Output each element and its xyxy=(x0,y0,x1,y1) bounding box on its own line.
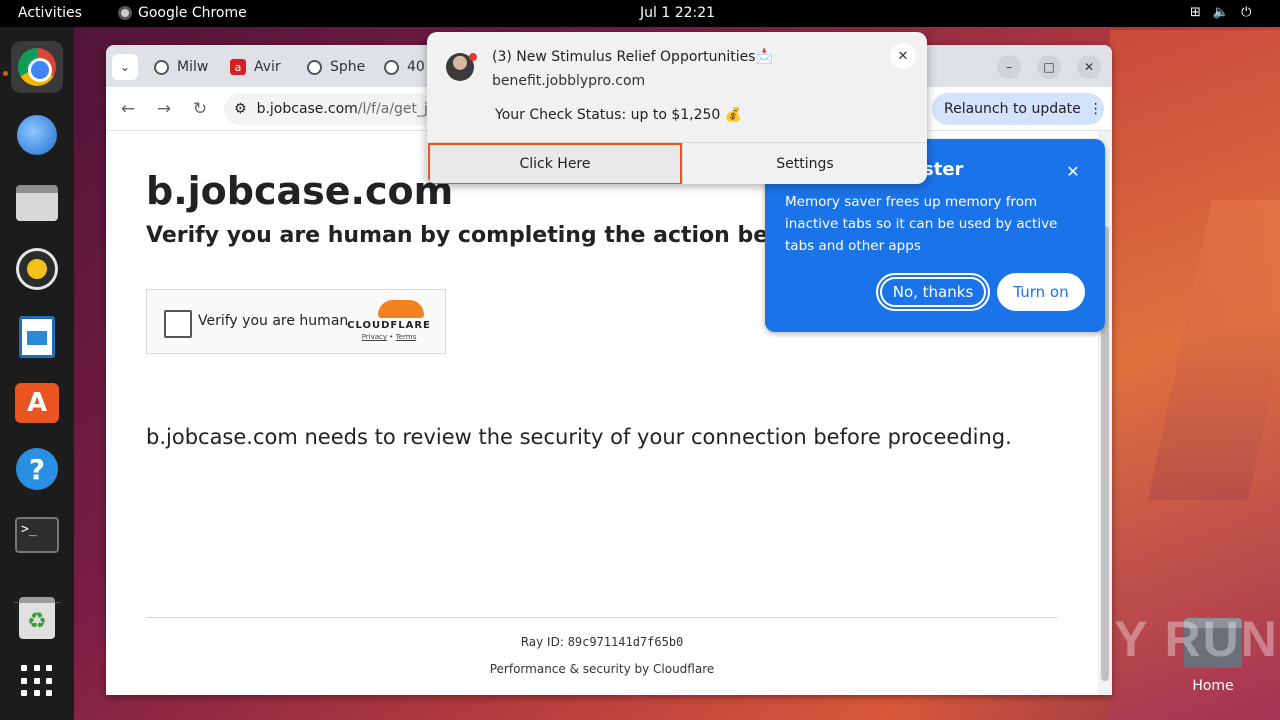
notification-close-button[interactable]: ✕ xyxy=(890,43,916,69)
maximize-icon: □ xyxy=(1043,60,1055,74)
chevron-down-icon: ⌄ xyxy=(119,60,131,74)
dock-terminal[interactable]: >_ xyxy=(11,509,63,561)
dock-show-apps[interactable] xyxy=(11,655,63,707)
rhythmbox-icon xyxy=(19,251,55,287)
footer-divider xyxy=(146,617,1058,618)
reload-button[interactable]: ↻ xyxy=(189,98,211,120)
globe-icon xyxy=(307,59,322,75)
close-window-button[interactable]: ✕ xyxy=(1077,55,1101,79)
help-icon: ? xyxy=(16,448,58,490)
top-bar: Activities Google Chrome Jul 1 22:21 ⊞ 🔈… xyxy=(0,0,1280,27)
close-icon: ✕ xyxy=(897,48,909,64)
back-button[interactable]: ← xyxy=(117,98,139,120)
dock-thunderbird[interactable] xyxy=(11,109,63,161)
bubble-title: ster xyxy=(923,159,964,180)
forward-button[interactable]: → xyxy=(153,98,175,120)
minimize-button[interactable]: – xyxy=(997,55,1021,79)
ray-id: Ray ID: 89c971141d7f65b0 xyxy=(106,635,1098,649)
turn-on-button[interactable]: Turn on xyxy=(997,273,1085,311)
app-menu[interactable]: Google Chrome xyxy=(118,5,247,21)
more-vert-icon: ⋮ xyxy=(1088,101,1103,117)
tab-label: Milw xyxy=(177,59,209,75)
notification-popup: (3) New Stimulus Relief Opportunities📩 b… xyxy=(427,32,927,184)
security-review-text: b.jobcase.com needs to review the securi… xyxy=(146,425,1012,449)
tab-milw[interactable]: Milw xyxy=(154,53,212,81)
minimize-icon: – xyxy=(1006,60,1012,74)
close-icon: ✕ xyxy=(1066,161,1080,181)
notification-source: benefit.jobblypro.com xyxy=(492,73,646,89)
reload-icon: ↻ xyxy=(192,99,208,119)
system-tray[interactable]: ⊞ 🔈 ⏻ xyxy=(1190,5,1251,20)
dock-app-center[interactable]: A xyxy=(11,377,63,429)
address-bar[interactable]: ⚙ b.jobcase.com/l/f/a/get_jo xyxy=(224,93,434,125)
show-apps-icon xyxy=(21,665,53,697)
bubble-body: Memory saver frees up memory from inacti… xyxy=(785,194,1058,254)
click-here-button[interactable]: Click Here xyxy=(428,143,682,184)
thunderbird-icon xyxy=(17,115,57,155)
writer-icon xyxy=(19,316,55,358)
tab-label: Avir xyxy=(254,59,281,75)
ray-label: Ray ID: xyxy=(520,635,568,649)
tab-avira[interactable]: a Avir xyxy=(230,53,288,81)
running-indicator xyxy=(3,71,8,76)
close-icon: ✕ xyxy=(1083,60,1095,74)
tab-search-button[interactable]: ⌄ xyxy=(112,54,138,80)
dock-chrome[interactable] xyxy=(11,41,63,93)
bubble-close-button[interactable]: ✕ xyxy=(1063,161,1083,181)
cloud-icon xyxy=(378,300,424,318)
page-subtitle: Verify you are human by completing the a… xyxy=(146,223,819,248)
notification-body: Your Check Status: up to $1,250 💰 xyxy=(495,107,743,123)
tab-label: 40 xyxy=(407,59,425,75)
network-icon: ⊞ xyxy=(1190,5,1201,20)
chrome-icon xyxy=(18,48,56,86)
dock-rhythmbox[interactable] xyxy=(11,243,63,295)
privacy-link[interactable]: Privacy xyxy=(362,333,387,341)
relaunch-button[interactable]: Relaunch to update ⋮ xyxy=(932,93,1104,125)
home-label[interactable]: Home xyxy=(1183,678,1243,694)
terms-link[interactable]: Terms xyxy=(396,333,417,341)
no-thanks-button[interactable]: No, thanks xyxy=(876,273,990,311)
globe-icon xyxy=(154,59,169,75)
verify-checkbox[interactable] xyxy=(164,310,192,338)
ray-code: 89c971141d7f65b0 xyxy=(567,635,684,649)
dock: A ? >_ ♻ xyxy=(0,27,74,720)
tab-sphe[interactable]: Sphe xyxy=(307,53,365,81)
performance-text: Performance & security by Cloudflare xyxy=(489,662,715,676)
verify-label: Verify you are human xyxy=(198,313,349,329)
app-name-label: Google Chrome xyxy=(138,5,247,21)
notification-title: (3) New Stimulus Relief Opportunities📩 xyxy=(492,49,773,65)
maximize-button[interactable]: □ xyxy=(1037,55,1061,79)
page-title: b.jobcase.com xyxy=(146,169,454,213)
dock-help[interactable]: ? xyxy=(11,443,63,495)
relaunch-label: Relaunch to update xyxy=(944,101,1081,117)
notification-badge xyxy=(469,53,477,61)
globe-icon xyxy=(384,59,399,75)
activities-button[interactable]: Activities xyxy=(18,5,82,21)
power-icon: ⏻ xyxy=(1241,5,1252,20)
arrow-right-icon: → xyxy=(156,99,172,119)
files-icon xyxy=(16,185,58,221)
dock-files[interactable] xyxy=(11,177,63,229)
trash-icon: ♻ xyxy=(19,597,55,639)
cloudflare-logo: CLOUDFLARE Privacy • Terms xyxy=(347,300,431,341)
cloudflare-wordmark: CLOUDFLARE xyxy=(347,320,431,331)
site-info-icon[interactable]: ⚙ xyxy=(234,101,247,117)
cloudflare-turnstile: Verify you are human CLOUDFLARE Privacy … xyxy=(146,289,446,354)
notification-actions: Click Here Settings xyxy=(427,142,927,184)
tab-40[interactable]: 40 xyxy=(384,53,428,81)
tab-label: Sphe xyxy=(330,59,365,75)
dock-trash[interactable]: ♻ xyxy=(11,592,63,644)
avira-icon: a xyxy=(230,59,246,75)
clock[interactable]: Jul 1 22:21 xyxy=(640,5,715,21)
url-path: /l/f/a/get_jo xyxy=(357,101,434,117)
app-center-icon: A xyxy=(15,383,59,423)
volume-icon: 🔈 xyxy=(1212,5,1230,20)
url-domain: b.jobcase.com xyxy=(256,101,358,117)
arrow-left-icon: ← xyxy=(120,99,136,119)
terminal-icon: >_ xyxy=(15,517,59,553)
chrome-small-icon xyxy=(118,6,132,20)
notification-settings-button[interactable]: Settings xyxy=(682,143,927,184)
dock-writer[interactable] xyxy=(11,311,63,363)
